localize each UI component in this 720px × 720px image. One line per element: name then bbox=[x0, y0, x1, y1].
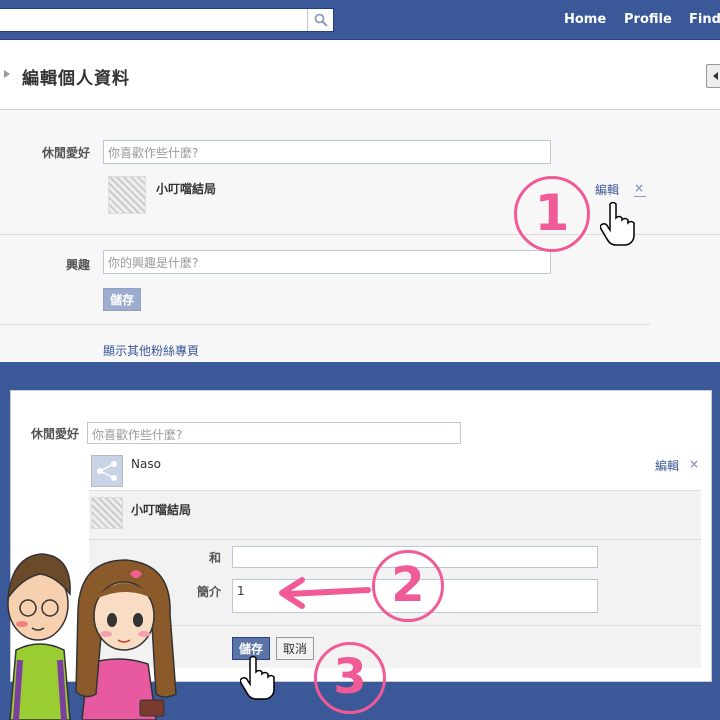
hobbies-input[interactable]: 你喜歡作些什麼? bbox=[87, 422, 461, 444]
pointer-arrow-icon bbox=[279, 577, 371, 609]
hobby-thumbnail bbox=[91, 497, 123, 529]
hobby-item-name[interactable]: 小叮噹結局 bbox=[156, 180, 216, 197]
edit-link[interactable]: 編輯 bbox=[595, 181, 619, 198]
title-bar: 編輯個人資料 bbox=[0, 40, 720, 110]
back-button[interactable] bbox=[706, 64, 720, 88]
hobbies-input[interactable]: 你喜歡作些什麼? bbox=[103, 140, 551, 164]
remove-underline bbox=[634, 196, 646, 197]
share-icon bbox=[97, 461, 117, 481]
step-2-marker: 2 bbox=[372, 550, 444, 622]
show-other-pages-link[interactable]: 顯示其他粉絲專頁 bbox=[103, 342, 199, 359]
hobby-item-name: 小叮噹結局 bbox=[131, 503, 192, 517]
hobbies-label: 休閒愛好 bbox=[30, 427, 79, 441]
hand-cursor-icon bbox=[240, 655, 275, 700]
interests-input[interactable]: 你的興趣是什麼? bbox=[103, 250, 551, 274]
remove-icon[interactable]: × bbox=[689, 457, 699, 471]
top-navigation-bar: Home Profile Find bbox=[0, 0, 720, 40]
nav-find[interactable]: Find bbox=[689, 12, 720, 27]
search-input[interactable] bbox=[0, 8, 334, 32]
step-3-marker: 3 bbox=[314, 642, 386, 714]
naso-avatar bbox=[91, 455, 123, 487]
nav-profile[interactable]: Profile bbox=[624, 12, 672, 27]
search-icon bbox=[314, 13, 328, 27]
hand-cursor-icon bbox=[600, 201, 635, 246]
divider bbox=[0, 324, 650, 325]
edit-link[interactable]: 編輯 bbox=[655, 457, 679, 474]
search-button[interactable] bbox=[307, 9, 333, 31]
save-button[interactable]: 儲存 bbox=[103, 288, 142, 311]
remove-icon[interactable]: × bbox=[634, 181, 644, 195]
page-title: 編輯個人資料 bbox=[22, 69, 130, 89]
interests-label: 興趣 bbox=[65, 258, 90, 272]
hobbies-label: 休閒愛好 bbox=[41, 146, 90, 160]
cancel-button[interactable]: 取消 bbox=[276, 637, 315, 660]
expand-arrow-icon bbox=[4, 70, 10, 78]
cartoon-couple-illustration bbox=[6, 553, 177, 720]
hobby-thumbnail bbox=[108, 176, 146, 214]
naso-item-name[interactable]: Naso bbox=[131, 457, 161, 471]
step-1-marker: 1 bbox=[514, 176, 590, 252]
nav-home[interactable]: Home bbox=[564, 12, 606, 27]
